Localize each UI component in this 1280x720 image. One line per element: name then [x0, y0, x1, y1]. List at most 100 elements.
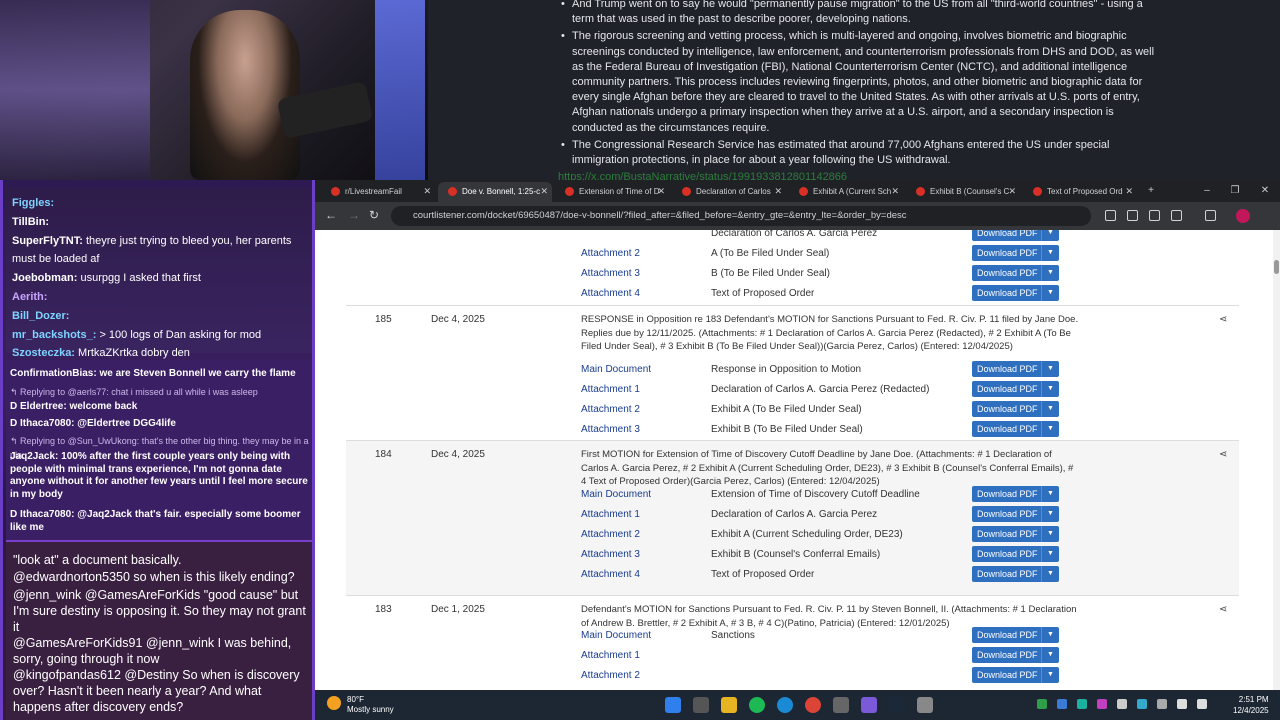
weather-widget[interactable]: 80°F Mostly sunny — [347, 695, 394, 715]
file-explorer-icon[interactable] — [721, 697, 737, 713]
tab-close-icon[interactable]: ✕ — [423, 186, 431, 197]
attachment-link[interactable]: Attachment 2 — [581, 670, 640, 681]
app-icon[interactable] — [861, 697, 877, 713]
chrome-icon[interactable] — [805, 697, 821, 713]
chat-username[interactable]: TillBin: — [12, 216, 49, 228]
download-pdf-button[interactable]: Download PDF ▼ — [972, 381, 1059, 397]
download-pdf-button[interactable]: Download PDF ▼ — [972, 265, 1059, 281]
caret-down-icon[interactable]: ▼ — [1041, 245, 1059, 261]
tab-close-icon[interactable]: ✕ — [540, 186, 548, 197]
caret-down-icon[interactable]: ▼ — [1041, 486, 1059, 502]
caret-down-icon[interactable]: ▼ — [1041, 546, 1059, 562]
attachment-link[interactable]: Attachment 2 — [581, 248, 640, 259]
caret-down-icon[interactable]: ▼ — [1041, 627, 1059, 643]
download-pdf-button[interactable]: Download PDF ▼ — [972, 667, 1059, 683]
attachment-link[interactable]: Attachment 3 — [581, 424, 640, 435]
tray-icon[interactable] — [1077, 699, 1087, 709]
settings-icon[interactable] — [917, 697, 933, 713]
caret-down-icon[interactable]: ▼ — [1041, 566, 1059, 582]
tray-icon[interactable] — [1057, 699, 1067, 709]
browser-tab[interactable]: Doe v. Bonnell, 1:25-c ✕ — [438, 182, 552, 202]
browser-tab[interactable]: Declaration of Carlos ✕ — [672, 182, 786, 202]
task-view-icon[interactable] — [693, 697, 709, 713]
download-pdf-button[interactable]: Download PDF ▼ — [972, 566, 1059, 582]
caret-down-icon[interactable]: ▼ — [1041, 506, 1059, 522]
caret-down-icon[interactable]: ▼ — [1041, 381, 1059, 397]
attachment-link[interactable]: Attachment 1 — [581, 650, 640, 661]
tray-icon[interactable] — [1137, 699, 1147, 709]
browser-tab[interactable]: Exhibit A (Current Sch ✕ — [789, 182, 903, 202]
back-button[interactable]: ← — [325, 208, 337, 222]
volume-icon[interactable] — [1197, 699, 1207, 709]
tab-close-icon[interactable]: ✕ — [774, 186, 782, 197]
spotify-icon[interactable] — [749, 697, 765, 713]
caret-down-icon[interactable]: ▼ — [1041, 265, 1059, 281]
new-tab-button[interactable]: + — [1137, 182, 1165, 200]
caret-down-icon[interactable]: ▼ — [1041, 526, 1059, 542]
maximize-button[interactable]: ❐ — [1221, 182, 1249, 200]
caret-down-icon[interactable]: ▼ — [1041, 647, 1059, 663]
caret-down-icon[interactable]: ▼ — [1041, 230, 1059, 241]
download-pdf-button[interactable]: Download PDF ▼ — [972, 421, 1059, 437]
browser-tab[interactable]: Extension of Time of D ✕ — [555, 182, 669, 202]
download-pdf-button[interactable]: Download PDF ▼ — [972, 486, 1059, 502]
attachment-link[interactable]: Attachment 4 — [581, 569, 640, 580]
caret-down-icon[interactable]: ▼ — [1041, 285, 1059, 301]
bookmark-icon[interactable] — [1105, 210, 1116, 221]
caret-down-icon[interactable]: ▼ — [1041, 361, 1059, 377]
start-icon[interactable] — [665, 697, 681, 713]
sidebar-icon[interactable] — [1205, 210, 1216, 221]
caret-down-icon[interactable]: ▼ — [1041, 401, 1059, 417]
browser-tab[interactable]: r/LivestreamFail ✕ — [321, 182, 435, 202]
tab-close-icon[interactable]: ✕ — [1008, 186, 1016, 197]
download-pdf-button[interactable]: Download PDF ▼ — [972, 546, 1059, 562]
tab-close-icon[interactable]: ✕ — [657, 186, 665, 197]
download-pdf-button[interactable]: Download PDF ▼ — [972, 526, 1059, 542]
page-scrollbar[interactable] — [1273, 230, 1280, 690]
share-icon[interactable]: ⋖ — [1219, 604, 1227, 615]
scrollbar-thumb[interactable] — [1274, 260, 1279, 274]
edge-icon[interactable] — [777, 697, 793, 713]
download-pdf-button[interactable]: Download PDF ▼ — [972, 627, 1059, 643]
wifi-icon[interactable] — [1177, 699, 1187, 709]
caret-down-icon[interactable]: ▼ — [1041, 667, 1059, 683]
attachment-link[interactable]: Main Document — [581, 630, 651, 641]
chat-username[interactable]: Joebobman: — [12, 272, 77, 284]
attachment-link[interactable]: Attachment 3 — [581, 549, 640, 560]
attachment-link[interactable]: Attachment 1 — [581, 384, 640, 395]
download-pdf-button[interactable]: Download PDF ▼ — [972, 647, 1059, 663]
minimize-button[interactable]: – — [1193, 182, 1221, 200]
reload-button[interactable]: ↻ — [369, 208, 379, 222]
app-icon[interactable] — [833, 697, 849, 713]
chat-username[interactable]: Szosteczka: — [12, 347, 75, 359]
tray-icon[interactable] — [1157, 699, 1167, 709]
tray-icon[interactable] — [1037, 699, 1047, 709]
extension-icon[interactable] — [1149, 210, 1160, 221]
download-pdf-button[interactable]: Download PDF ▼ — [972, 361, 1059, 377]
tab-close-icon[interactable]: ✕ — [1125, 186, 1133, 197]
tray-icon[interactable] — [1097, 699, 1107, 709]
chat-username[interactable]: mr_backshots_: — [12, 329, 96, 341]
chat-username[interactable]: SuperFlyTNT: — [12, 235, 83, 247]
taskbar-clock[interactable]: 2:51 PM 12/4/2025 — [1233, 694, 1269, 716]
close-window-button[interactable]: ✕ — [1251, 182, 1279, 200]
attachment-link[interactable]: Attachment 2 — [581, 404, 640, 415]
share-icon[interactable]: ⋖ — [1219, 314, 1227, 325]
attachment-link[interactable]: Attachment 4 — [581, 288, 640, 299]
attachment-link[interactable]: Main Document — [581, 364, 651, 375]
download-pdf-button[interactable]: Download PDF ▼ — [972, 506, 1059, 522]
attachment-link[interactable]: Main Document — [581, 489, 651, 500]
download-pdf-button[interactable]: Download PDF ▼ — [972, 285, 1059, 301]
download-pdf-button[interactable]: Download PDF ▼ — [972, 245, 1059, 261]
chat-username[interactable]: Figgles: — [12, 197, 54, 209]
puzzle-icon[interactable] — [1171, 210, 1182, 221]
share-icon[interactable]: ⋖ — [1219, 449, 1227, 460]
download-pdf-button[interactable]: Download PDF ▼ — [972, 401, 1059, 417]
address-bar[interactable]: courtlistener.com/docket/69650487/doe-v-… — [391, 206, 1091, 226]
chat-username[interactable]: Aerith: — [12, 291, 47, 303]
tab-close-icon[interactable]: ✕ — [891, 186, 899, 197]
attachment-link[interactable]: Attachment 1 — [581, 509, 640, 520]
caret-down-icon[interactable]: ▼ — [1041, 421, 1059, 437]
forward-button[interactable]: → — [348, 208, 360, 222]
extension-icon[interactable] — [1127, 210, 1138, 221]
